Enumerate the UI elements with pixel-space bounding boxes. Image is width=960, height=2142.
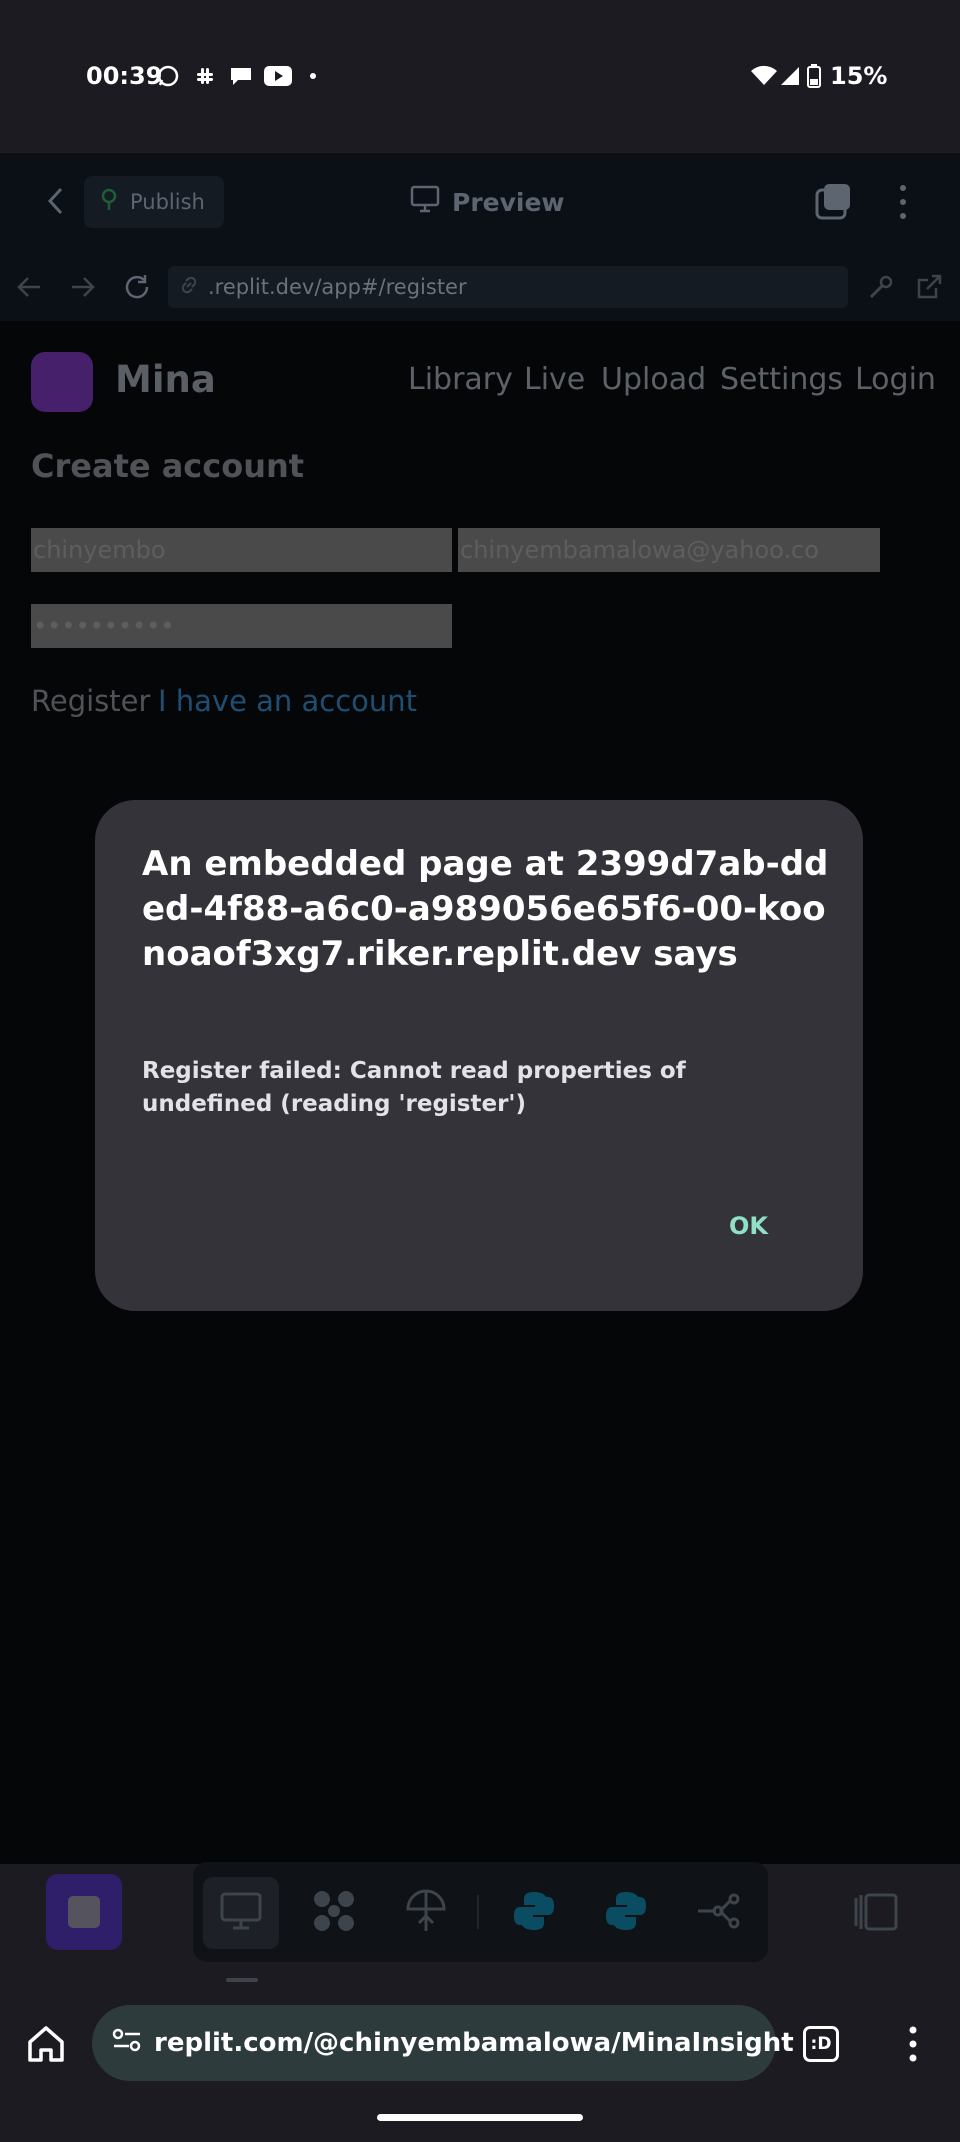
git-tool-button[interactable]	[680, 1877, 756, 1949]
open-external-icon[interactable]	[914, 272, 944, 302]
monitor-icon	[410, 185, 440, 219]
agent-icon	[310, 1887, 358, 1939]
tab-switcher-label: :D	[810, 2034, 832, 2054]
browser-menu-icon[interactable]	[903, 2024, 923, 2064]
tab-switcher-button[interactable]: :D	[803, 2026, 839, 2062]
omnibox[interactable]: replit.com/@chinyembamalowa/MinaInsight	[92, 2005, 794, 2081]
publish-button[interactable]: Publish	[84, 176, 224, 228]
back-chevron-icon[interactable]	[40, 186, 70, 216]
gesture-bar[interactable]	[377, 2114, 583, 2121]
reload-icon[interactable]	[122, 272, 152, 302]
nav-forward-icon[interactable]	[68, 272, 98, 302]
devtools-wrench-icon[interactable]	[866, 272, 896, 302]
dialog-message: Register failed: Cannot read properties …	[142, 1058, 686, 1117]
stop-icon	[68, 1896, 100, 1928]
alert-dialog: An embedded page at 2399d7ab-dded-4f88-a…	[95, 800, 863, 1311]
battery-percent: 15%	[830, 62, 888, 90]
register-button[interactable]: Register	[31, 684, 150, 718]
publish-label: Publish	[130, 190, 205, 214]
home-icon[interactable]	[24, 2022, 68, 2066]
notification-dot-icon	[310, 73, 316, 79]
password-field[interactable]: ••••••••••	[31, 604, 452, 648]
omnibox-url: replit.com/@chinyembamalowa/MinaInsight	[154, 2028, 794, 2058]
webview-url-field[interactable]: .replit.dev/app#/register	[168, 266, 848, 308]
split-view-icon[interactable]	[852, 1892, 900, 1932]
nav-upload[interactable]: Upload	[601, 362, 706, 397]
globe-upload-icon	[404, 1887, 448, 1939]
wifi-icon	[750, 64, 778, 88]
scroll-handle[interactable]	[226, 1978, 258, 1982]
whatsapp-icon	[156, 64, 180, 88]
ok-button[interactable]: OK	[729, 1212, 768, 1240]
youtube-icon	[264, 64, 292, 88]
username-field[interactable]: chinyembo	[31, 528, 452, 572]
page-title: Create account	[31, 447, 305, 485]
nav-library[interactable]: Library	[408, 362, 513, 397]
stop-button[interactable]	[46, 1874, 122, 1950]
tabs-switcher-icon[interactable]	[814, 182, 854, 222]
deploy-tool-button[interactable]	[388, 1877, 464, 1949]
site-settings-icon	[112, 2026, 142, 2061]
preview-label: Preview	[452, 187, 565, 217]
status-bar: 00:39 15%	[0, 0, 960, 153]
battery-icon	[806, 64, 822, 88]
have-account-link[interactable]: I have an account	[158, 684, 417, 718]
monitor-icon	[219, 1891, 263, 1935]
agent-tool-button[interactable]	[296, 1877, 372, 1949]
slack-icon	[193, 64, 217, 88]
python-file-button-2[interactable]	[588, 1877, 664, 1949]
publish-icon	[98, 188, 120, 217]
nav-login[interactable]: Login	[855, 362, 936, 397]
link-icon	[178, 274, 200, 301]
webview-url-text: .replit.dev/app#/register	[208, 275, 467, 299]
signal-icon	[779, 64, 801, 88]
app-logo	[31, 352, 93, 412]
nav-live[interactable]: Live	[524, 362, 585, 397]
preview-tab[interactable]: Preview	[410, 184, 565, 220]
python-file-button-1[interactable]	[496, 1877, 572, 1949]
brand-name: Mina	[115, 358, 216, 401]
tray-divider	[477, 1895, 479, 1929]
chat-icon	[228, 64, 254, 88]
python-icon	[604, 1889, 648, 1937]
more-vert-icon[interactable]	[893, 182, 913, 222]
nav-settings[interactable]: Settings	[720, 362, 843, 397]
preview-tool-button[interactable]	[203, 1877, 279, 1949]
email-field[interactable]: chinyembamalowa@yahoo.co	[458, 528, 880, 572]
nav-back-icon[interactable]	[14, 272, 44, 302]
dialog-title: An embedded page at 2399d7ab-dded-4f88-a…	[142, 844, 829, 974]
python-icon	[512, 1889, 556, 1937]
branch-icon	[696, 1889, 740, 1937]
status-time: 00:39	[86, 62, 163, 90]
